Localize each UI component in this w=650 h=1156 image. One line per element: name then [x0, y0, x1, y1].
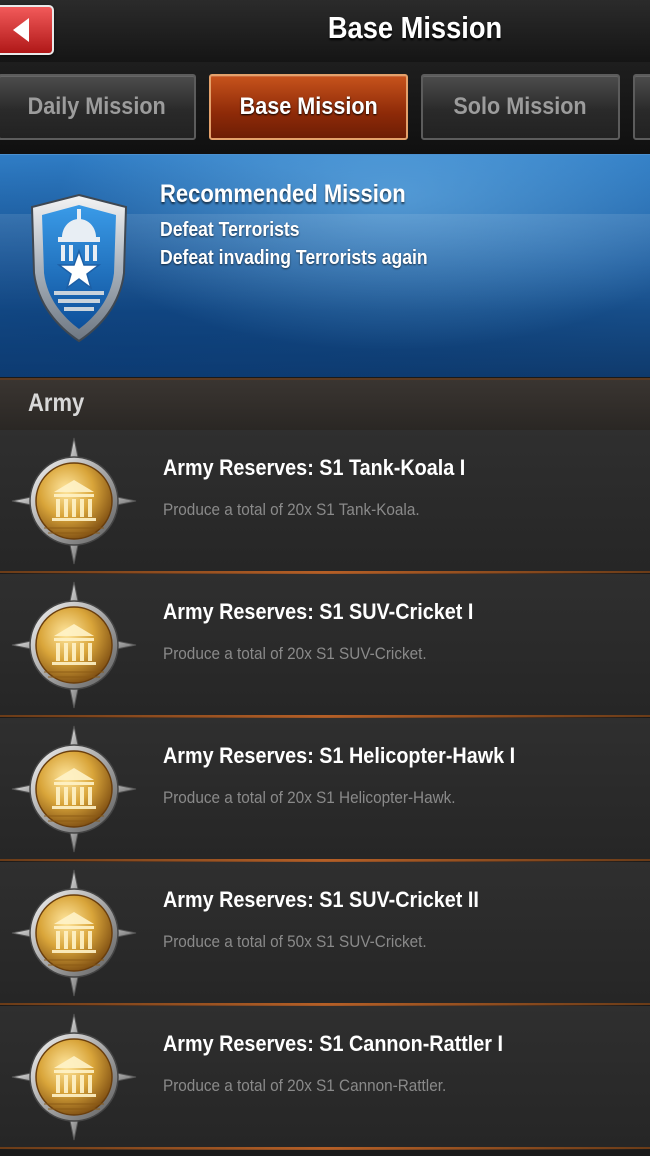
mission-title: Army Reserves: S1 Cannon-Rattler I: [163, 1031, 504, 1056]
section-header-army: Army: [0, 378, 650, 432]
recommended-mission-name: Defeat Terrorists: [160, 219, 300, 241]
back-arrow-icon: [13, 18, 29, 42]
capitol-shield-icon: [30, 193, 128, 343]
mission-description: Produce a total of 20x S1 Cannon-Rattler…: [163, 1076, 447, 1095]
mission-description: Produce a total of 20x S1 Helicopter-Haw…: [163, 788, 456, 807]
tab-base-mission[interactable]: Base Mission: [209, 74, 408, 140]
recommended-mission-desc: Defeat invading Terrorists again: [160, 247, 428, 269]
tab-more[interactable]: [633, 74, 650, 140]
back-button[interactable]: [0, 5, 54, 55]
mission-title: Army Reserves: S1 Tank-Koala I: [163, 455, 466, 480]
top-bar: Base Mission: [0, 0, 650, 62]
mission-row[interactable]: Army Reserves: S1 SUV-Cricket I Produce a…: [0, 574, 650, 718]
mission-title: Army Reserves: S1 SUV-Cricket II: [163, 887, 479, 912]
barracks-medal-icon: [10, 868, 138, 998]
mission-row[interactable]: Army Reserves: S1 Cannon-Rattler I Produc…: [0, 1006, 650, 1150]
barracks-medal-icon: [10, 1012, 138, 1142]
mission-row[interactable]: Army Reserves: S1 SUV-Cricket II Produce …: [0, 862, 650, 1006]
tab-solo-mission[interactable]: Solo Mission: [421, 74, 620, 140]
mission-row[interactable]: Army Reserves: S1 Tank-Koala I Produce a …: [0, 430, 650, 574]
tab-bar: Daily Mission Base Mission Solo Mission: [0, 62, 650, 154]
tab-daily-mission[interactable]: Daily Mission: [0, 74, 196, 140]
tab-label: Daily Mission: [27, 93, 167, 120]
section-title: Army: [28, 389, 85, 417]
barracks-medal-icon: [10, 436, 138, 566]
mission-description: Produce a total of 50x S1 SUV-Cricket.: [163, 932, 427, 951]
mission-title: Army Reserves: S1 Helicopter-Hawk I: [163, 743, 516, 768]
barracks-medal-icon: [10, 724, 138, 854]
tab-label: Solo Mission: [453, 93, 588, 120]
recommended-heading: Recommended Mission: [160, 180, 406, 208]
page-title: Base Mission: [327, 10, 503, 45]
tab-label: Base Mission: [239, 93, 378, 120]
mission-title: Army Reserves: S1 SUV-Cricket I: [163, 599, 474, 624]
mission-description: Produce a total of 20x S1 Tank-Koala.: [163, 500, 420, 519]
mission-description: Produce a total of 20x S1 SUV-Cricket.: [163, 644, 427, 663]
mission-row[interactable]: Army Reserves: S1 Helicopter-Hawk I Produ…: [0, 718, 650, 862]
barracks-medal-icon: [10, 580, 138, 710]
